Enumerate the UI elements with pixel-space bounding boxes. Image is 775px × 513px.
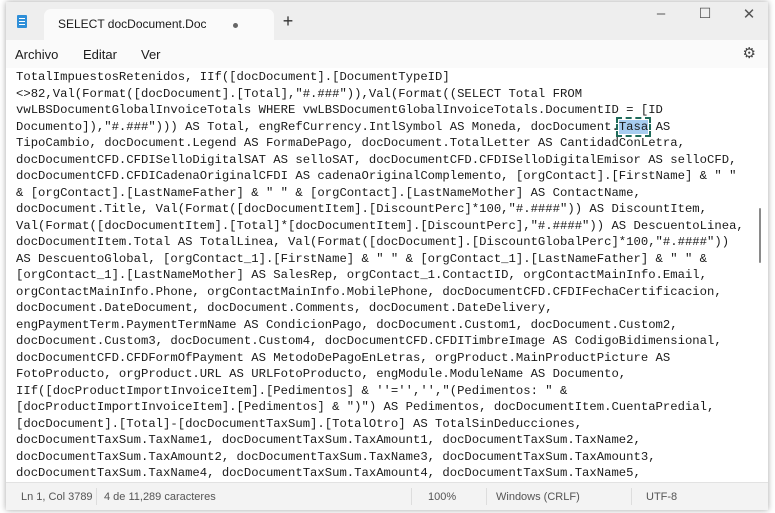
text-segment: Documento]),"#.###"))) AS Total, engRefC… [16,119,619,134]
text-line: engPaymentTerm.PaymentTermName AS Condic… [16,317,678,332]
text-editor[interactable]: TotalImpuestosRetenidos, IIf([docDocumen… [6,68,768,483]
divider [486,488,487,505]
text-line: IIf([docProductImportInvoiceItem].[Pedim… [16,383,568,398]
menu-editar[interactable]: Editar [83,47,117,62]
text-line: docDocument.Title, Val(Format([docDocume… [16,202,708,216]
text-line: vwLBSDocumentGlobalInvoiceTotals WHERE v… [16,103,663,117]
text-line: docDocumentCFD.CFDFormOfPayment AS Metod… [16,350,671,365]
text-line: docDocumentCFD.CFDICadenaOriginalCFDI AS… [16,169,737,183]
text-line: <>82,Val(Format([docDocument].[Total],"#… [16,86,583,101]
divider [631,488,632,505]
divider [411,488,412,505]
text-line: docDocumentItem.Total AS TotalLinea, Val… [16,235,730,249]
menu-bar: Archivo Editar Ver ⚙ [6,40,768,68]
selection-count: 4 de 11,289 caracteres [104,491,216,503]
zoom-level[interactable]: 100% [428,491,456,503]
cursor-position: Ln 1, Col 3789 [21,491,93,503]
text-segment: AS [648,119,671,134]
text-line-with-selection: Documento]),"#.###"))) AS Total, engRefC… [16,116,671,137]
tab-title: SELECT docDocument.DocumentID [58,17,206,31]
divider [96,488,97,505]
menu-archivo[interactable]: Archivo [15,47,58,62]
encoding[interactable]: UTF-8 [646,491,677,503]
title-bar: SELECT docDocument.DocumentID + – ☐ ✕ [6,2,768,40]
close-button[interactable]: ✕ [734,5,764,23]
text-line: [docProductImportInvoiceItem].[Pedimento… [16,400,715,414]
text-line: TotalImpuestosRetenidos, IIf([docDocumen… [16,70,450,84]
text-line: [orgContact_1].[LastNameMother] AS Sales… [16,268,708,282]
text-line: docDocument.Custom3, docDocument.Custom4… [16,334,722,348]
maximize-button[interactable]: ☐ [690,5,720,22]
document-tab[interactable]: SELECT docDocument.DocumentID [44,9,274,40]
text-line: docDocumentCFD.CFDISelloDigitalSAT AS se… [16,152,737,167]
text-line: FotoProducto, orgProduct.URL AS URLFotoP… [16,367,627,381]
notepad-window: SELECT docDocument.DocumentID + – ☐ ✕ Ar… [6,2,768,510]
text-line: AS DescuentoGlobal, [orgContact_1].[Firs… [16,251,708,266]
unsaved-indicator-icon[interactable] [233,23,238,28]
vertical-scrollbar[interactable] [759,208,761,263]
text-line: docDocumentTaxSum.TaxAmount2, docDocumen… [16,449,656,464]
minimize-button[interactable]: – [646,5,676,22]
text-line: docDocument.DateDocument, docDocument.Co… [16,301,553,315]
text-line: docDocumentTaxSum.TaxName1, docDocumentT… [16,433,641,447]
selected-text[interactable]: Tasa [615,116,652,137]
text-line: & [orgContact].[LastNameFather] & " " & … [16,185,641,200]
text-line: [docDocument].[Total]-[docDocumentTaxSum… [16,416,583,431]
text-line: docDocumentTaxSum.TaxName4, docDocumentT… [16,466,641,480]
line-ending[interactable]: Windows (CRLF) [496,491,580,503]
text-line: Val(Format([docDocumentItem].[Total]*[do… [16,218,744,233]
text-line: TipoCambio, docDocument.Legend AS FormaD… [16,136,685,150]
menu-ver[interactable]: Ver [141,47,161,62]
status-bar: Ln 1, Col 3789 4 de 11,289 caracteres 10… [6,482,768,510]
notepad-icon [17,15,27,28]
text-line: orgContactMainInfo.Phone, orgContactMain… [16,284,722,299]
settings-gear-icon[interactable]: ⚙ [743,44,756,62]
new-tab-button[interactable]: + [278,11,298,32]
